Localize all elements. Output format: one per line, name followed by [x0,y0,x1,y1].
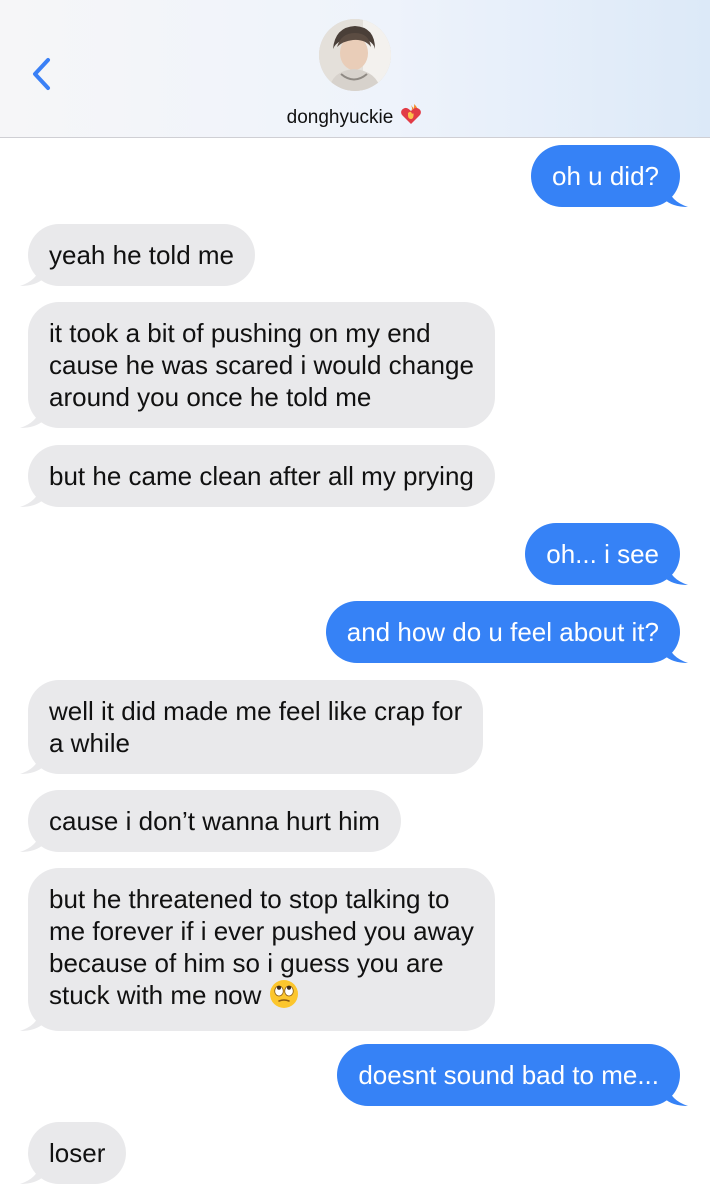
message-incoming[interactable]: but he threatened to stop talking to me … [20,868,495,1031]
message-text: cause i don’t wanna hurt him [49,806,380,836]
conversation-header: donghyuckie [0,0,710,138]
message-bubble: but he came clean after all my prying [28,445,495,507]
contact-name: donghyuckie [286,107,394,128]
message-text: doesnt sound bad to me... [358,1060,659,1090]
message-bubble: well it did made me feel like crap for a… [28,680,484,774]
contact-avatar[interactable] [319,19,391,91]
message-text: and how do u feel about it? [346,617,659,647]
message-text: around you once he told me [49,382,372,412]
message-text: stuck with me now [49,980,262,1010]
message-text: a while [49,728,130,758]
message-text: but he threatened to stop talking to [49,884,450,914]
message-outgoing[interactable]: and how do u feel about it? [325,601,688,663]
message-text: because of him so i guess you are [49,948,444,978]
message-text: oh u did? [552,161,659,191]
message-text: me forever if i ever pushed you away [49,916,474,946]
message-outgoing[interactable]: doesnt sound bad to me... [337,1044,688,1106]
message-text: but he came clean after all my prying [49,461,474,491]
message-text: yeah he told me [49,240,235,270]
message-bubble: cause i don’t wanna hurt him [28,790,401,852]
chevron-left-icon [33,58,50,90]
message-bubble: yeah he told me [28,224,256,286]
message-incoming[interactable]: yeah he told me [20,224,256,286]
message-bubble: and how do u feel about it? [325,601,680,663]
contact-name-row[interactable]: donghyuckie [0,103,710,133]
message-text: well it did made me feel like crap for [49,696,463,726]
message-incoming[interactable]: well it did made me feel like crap for a… [20,680,484,774]
message-text: cause he was scared i would change [49,350,474,380]
avatar-photo [319,19,391,91]
message-bubble: oh... i see [525,523,680,585]
message-bubble: but he threatened to stop talking to me … [28,868,495,1031]
heart-on-fire-icon [399,103,423,133]
message-bubble: oh u did? [531,145,680,207]
message-text: oh... i see [546,539,659,569]
message-incoming[interactable]: loser [20,1122,127,1184]
message-bubble: doesnt sound bad to me... [337,1044,680,1106]
message-bubble: it took a bit of pushing on my end cause… [28,302,495,428]
message-incoming[interactable]: but he came clean after all my prying [20,445,495,507]
message-text: it took a bit of pushing on my end [49,318,431,348]
message-incoming[interactable]: it took a bit of pushing on my end cause… [20,302,495,428]
message-outgoing[interactable]: oh u did? [531,145,688,207]
message-bubble: loser [28,1122,127,1184]
message-text: loser [49,1138,106,1168]
back-button[interactable] [26,52,62,96]
eye-roll-emoji-icon [269,979,299,1016]
message-outgoing[interactable]: oh... i see [525,523,688,585]
message-incoming[interactable]: cause i don’t wanna hurt him [20,790,401,852]
